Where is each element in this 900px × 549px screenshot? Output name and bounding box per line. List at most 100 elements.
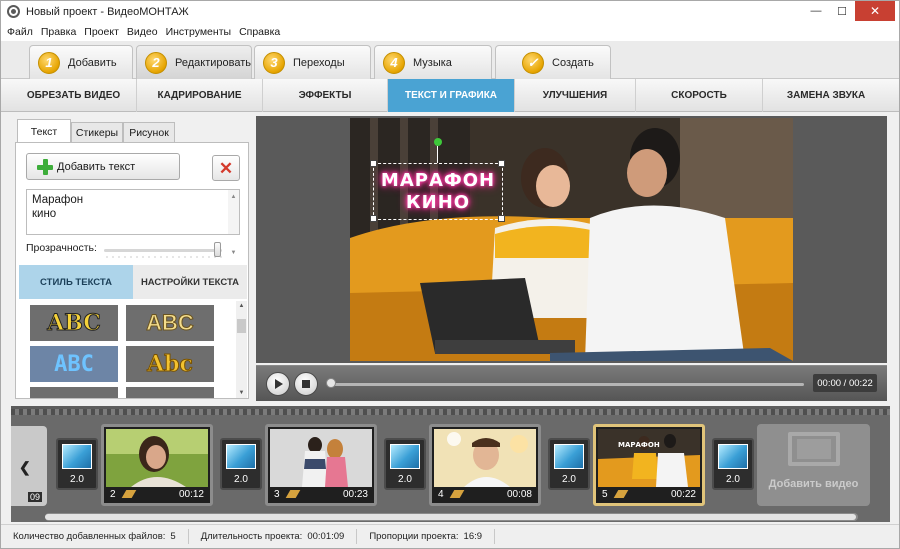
delete-text-button[interactable]: ✕ xyxy=(212,155,240,181)
step-create[interactable]: ✓ Создать xyxy=(495,45,611,79)
stop-button[interactable] xyxy=(294,372,318,396)
clip-number: 2 xyxy=(110,489,116,500)
scroll-down-arrow-icon[interactable]: ▼ xyxy=(236,390,247,396)
menu-tools[interactable]: Инструменты xyxy=(166,26,231,38)
menu-edit[interactable]: Правка xyxy=(41,26,76,38)
text-input[interactable]: Марафон кино ▲ ▼ xyxy=(26,189,240,256)
step-add[interactable]: 1 Добавить xyxy=(29,45,133,79)
timeline-clip[interactable]: 2 00:12 xyxy=(101,424,213,506)
tab-stickers[interactable]: Стикеры xyxy=(71,122,123,143)
play-button[interactable] xyxy=(266,372,290,396)
edit-pencil-icon[interactable] xyxy=(613,490,629,498)
step-tabs: 1 Добавить 2 Редактировать 3 Переходы 4 … xyxy=(1,41,899,79)
transition-duration: 2.0 xyxy=(726,474,740,485)
time-display: 00:00 / 00:22 xyxy=(813,374,877,392)
styles-scrollbar-thumb[interactable] xyxy=(237,319,246,333)
tab-replace-audio[interactable]: ЗАМЕНА ЗВУКА xyxy=(763,79,889,112)
add-video-button[interactable]: Добавить видео xyxy=(757,424,870,506)
transition-icon xyxy=(226,444,256,469)
status-ratio-label: Пропорции проекта: xyxy=(369,531,459,542)
menu-bar: Файл Правка Проект Видео Инструменты Спр… xyxy=(1,22,899,41)
timeline-clip[interactable]: 4 00:08 xyxy=(429,424,541,506)
video-frame[interactable]: МАРАФОН КИНО xyxy=(350,118,793,361)
status-ratio-value: 16:9 xyxy=(463,531,483,542)
status-bar: Количество добавленных файлов: 5 Длитель… xyxy=(1,524,899,548)
step-label: Переходы xyxy=(293,56,345,69)
style-sample-2[interactable]: ABC xyxy=(126,305,214,341)
opacity-label: Прозрачность: xyxy=(26,242,97,254)
tab-crop[interactable]: КАДРИРОВАНИЕ xyxy=(137,79,263,112)
edit-pencil-icon[interactable] xyxy=(285,490,301,498)
style-sample-4[interactable]: Abc xyxy=(126,346,214,382)
seek-bar[interactable] xyxy=(330,383,804,386)
add-video-label: Добавить видео xyxy=(768,478,859,490)
play-icon xyxy=(275,379,283,389)
status-files-label: Количество добавленных файлов: xyxy=(13,531,166,542)
step-music[interactable]: 4 Музыка xyxy=(374,45,492,79)
prev-clip-duration: 09 xyxy=(28,492,43,502)
tab-trim-video[interactable]: ОБРЕЗАТЬ ВИДЕО xyxy=(11,79,137,112)
status-duration-label: Длительность проекта: xyxy=(200,531,303,542)
clip-number: 5 xyxy=(602,489,608,500)
add-text-button[interactable]: Добавить текст xyxy=(26,153,180,180)
video-preview: МАРАФОН КИНО xyxy=(256,116,887,363)
tab-text-style[interactable]: СТИЛЬ ТЕКСТА xyxy=(19,265,133,299)
clip-duration: 00:23 xyxy=(342,489,368,500)
style-sample-3[interactable]: ABC xyxy=(30,346,118,382)
timeline-clip-selected[interactable]: МАРАФОН 5 00:22 xyxy=(593,424,705,506)
text-input-scrollbar[interactable]: ▲ ▼ xyxy=(228,190,239,256)
playback-controls: 00:00 / 00:22 xyxy=(256,365,887,401)
text-panel-body: Добавить текст ✕ Марафон кино ▲ ▼ Прозрач… xyxy=(15,142,249,399)
menu-file[interactable]: Файл xyxy=(7,26,33,38)
transition-slot[interactable]: 2.0 xyxy=(384,438,426,490)
tab-text-settings[interactable]: НАСТРОЙКИ ТЕКСТА xyxy=(133,265,247,299)
maximize-button[interactable]: ☐ xyxy=(829,1,855,21)
scroll-up-arrow-icon[interactable]: ▲ xyxy=(236,303,247,309)
timeline-scrollbar-thumb[interactable] xyxy=(45,514,856,520)
tab-speed[interactable]: СКОРОСТЬ xyxy=(636,79,763,112)
opacity-slider-thumb[interactable] xyxy=(214,242,221,257)
style-sample-6[interactable] xyxy=(126,387,214,398)
svg-text:МАРАФОН: МАРАФОН xyxy=(618,441,660,449)
status-files-value: 5 xyxy=(170,531,176,542)
edit-pencil-icon[interactable] xyxy=(449,490,465,498)
timeline-clip[interactable]: 3 00:23 xyxy=(265,424,377,506)
close-button[interactable]: ✕ xyxy=(855,1,895,21)
tab-text[interactable]: Текст xyxy=(17,119,71,143)
clip-duration: 00:22 xyxy=(670,489,696,500)
tab-enhancements[interactable]: УЛУЧШЕНИЯ xyxy=(515,79,636,112)
minimize-button[interactable]: — xyxy=(803,1,829,21)
resize-handle[interactable] xyxy=(370,160,377,167)
styles-scrollbar[interactable]: ▲ ▼ xyxy=(236,301,247,398)
rotate-handle[interactable] xyxy=(434,138,442,146)
style-sample-5[interactable] xyxy=(30,387,118,398)
menu-project[interactable]: Проект xyxy=(84,26,119,38)
plus-icon xyxy=(37,159,53,175)
transition-duration: 2.0 xyxy=(398,474,412,485)
seek-thumb[interactable] xyxy=(326,378,336,388)
tab-effects[interactable]: ЭФФЕКТЫ xyxy=(263,79,388,112)
delete-x-icon: ✕ xyxy=(218,158,234,178)
edit-pencil-icon[interactable] xyxy=(121,490,137,498)
menu-help[interactable]: Справка xyxy=(239,26,280,38)
resize-handle[interactable] xyxy=(498,215,505,222)
transition-slot[interactable]: 2.0 xyxy=(548,438,590,490)
step-transitions[interactable]: 3 Переходы xyxy=(254,45,371,79)
tab-drawing[interactable]: Рисунок xyxy=(123,122,175,143)
step-label: Музыка xyxy=(413,56,452,69)
opacity-slider[interactable] xyxy=(104,249,222,252)
timeline-scroll-left-button[interactable]: ❮ 09 xyxy=(11,426,47,506)
style-sample-1[interactable]: ABC xyxy=(30,305,118,341)
resize-handle[interactable] xyxy=(370,215,377,222)
resize-handle[interactable] xyxy=(498,160,505,167)
transition-slot[interactable]: 2.0 xyxy=(712,438,754,490)
transition-icon xyxy=(554,444,584,469)
step-edit[interactable]: 2 Редактировать xyxy=(136,45,252,79)
transition-slot[interactable]: 2.0 xyxy=(56,438,98,490)
menu-video[interactable]: Видео xyxy=(127,26,158,38)
step-1-badge-icon: 1 xyxy=(38,51,60,74)
tab-text-graphics[interactable]: ТЕКСТ И ГРАФИКА xyxy=(388,79,515,112)
timeline-scrollbar[interactable] xyxy=(45,513,858,521)
overlay-text[interactable]: МАРАФОН КИНО xyxy=(375,170,501,214)
transition-slot[interactable]: 2.0 xyxy=(220,438,262,490)
